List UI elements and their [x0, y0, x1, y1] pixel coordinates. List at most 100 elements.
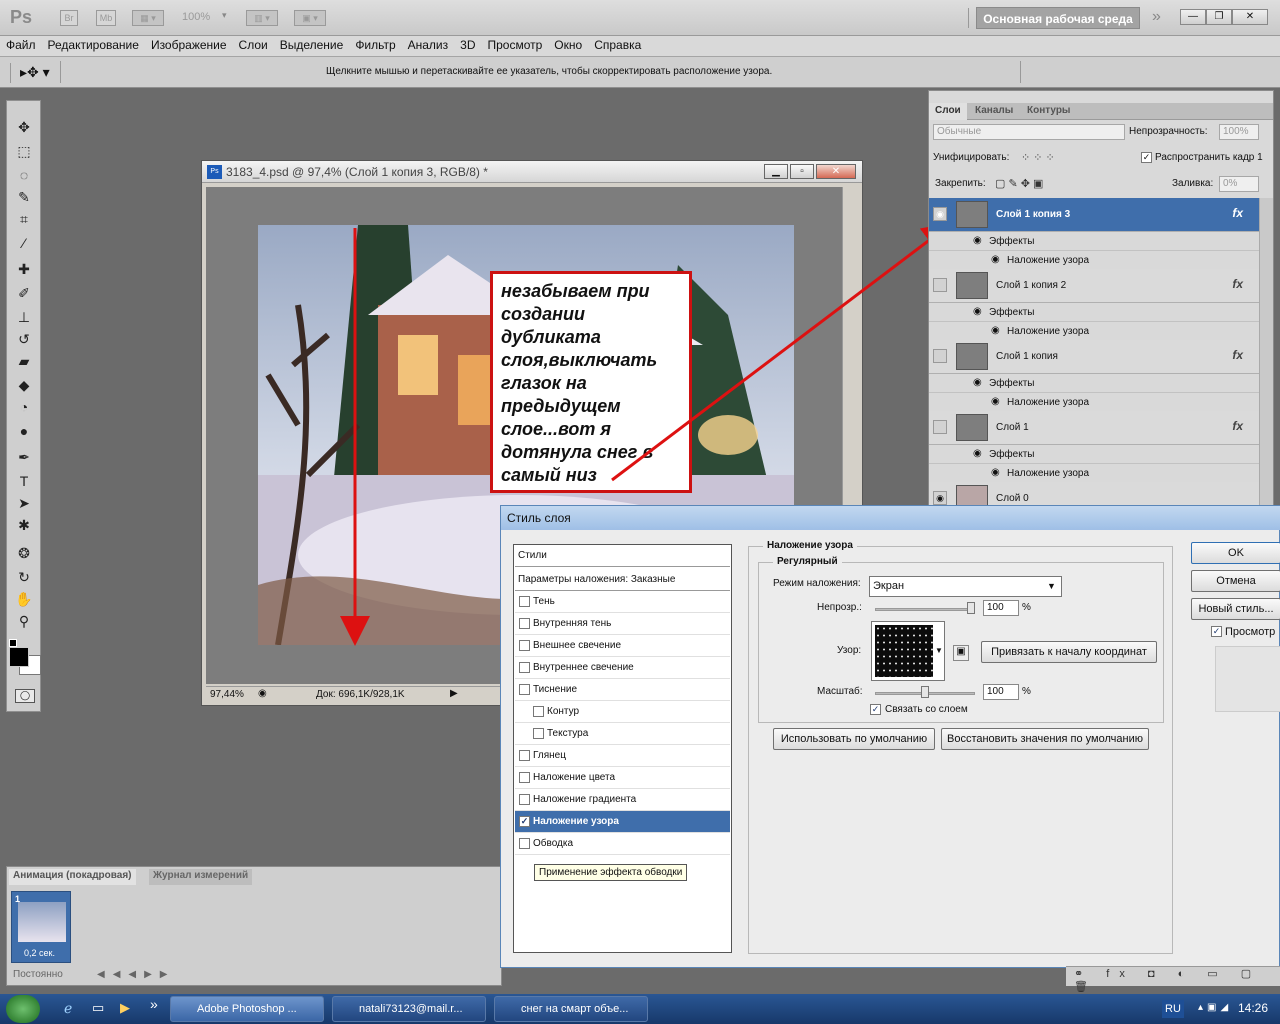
layer-row[interactable]: Слой 1 копия 2 fx	[929, 269, 1259, 303]
eye-icon[interactable]: ◉	[991, 467, 1000, 478]
checkbox[interactable]	[519, 618, 530, 629]
new-style-button[interactable]: Новый стиль...	[1191, 598, 1280, 620]
lock-icons[interactable]: ▢ ✎ ✥ ▣	[995, 177, 1043, 190]
eye-icon[interactable]: ◉	[973, 448, 982, 459]
eye-icon[interactable]: ◉	[933, 207, 947, 221]
eye-icon[interactable]: ◉	[973, 235, 982, 246]
ie-icon[interactable]: ℯ	[64, 1000, 72, 1017]
eye-icon[interactable]: ◉	[973, 306, 982, 317]
blending-options[interactable]: Параметры наложения: Заказные	[515, 569, 730, 591]
style-item-inner-glow[interactable]: Внутреннее свечение	[515, 657, 730, 679]
fx-icon[interactable]: fx	[1232, 206, 1243, 220]
layer-row[interactable]: Слой 1 fx	[929, 411, 1259, 445]
preview-checkbox[interactable]: ✓	[1211, 626, 1222, 637]
tab-layers[interactable]: Слои	[929, 103, 967, 120]
eye-icon[interactable]: ◉	[933, 491, 947, 505]
fx-icon[interactable]: fx	[1232, 419, 1243, 433]
scale-input[interactable]: 100	[983, 684, 1019, 700]
opacity-slider-thumb[interactable]	[967, 602, 975, 614]
snap-to-origin-button[interactable]: Привязать к началу координат	[981, 641, 1157, 663]
style-item-satin[interactable]: Глянец	[515, 745, 730, 767]
checkbox[interactable]	[519, 794, 530, 805]
tab-channels[interactable]: Каналы	[969, 103, 1019, 120]
effects-row[interactable]: ◉ Эффекты	[929, 374, 1259, 393]
tab-paths[interactable]: Контуры	[1021, 103, 1076, 120]
opacity-input[interactable]: 100%	[1219, 124, 1259, 140]
effect-row[interactable]: ◉ Наложение узора	[929, 251, 1259, 270]
checkbox[interactable]	[519, 662, 530, 673]
checkbox[interactable]	[519, 684, 530, 695]
effect-row[interactable]: ◉ Наложение узора	[929, 464, 1259, 483]
playback-controls[interactable]: ◀◀◀▶▶	[97, 969, 175, 980]
unify-icons[interactable]: ⁘ ⁘ ⁘	[1021, 151, 1055, 164]
blend-mode-select[interactable]: Обычные	[933, 124, 1125, 140]
style-item-texture[interactable]: Текстура	[515, 723, 730, 745]
media-icon[interactable]: ▶	[120, 1000, 130, 1016]
fx-icon[interactable]: fx	[1232, 348, 1243, 362]
checkbox[interactable]	[519, 750, 530, 761]
chevron-down-icon[interactable]: ▼	[1047, 581, 1056, 591]
chevron-down-icon[interactable]: ▼	[935, 646, 943, 655]
style-item-contour[interactable]: Контур	[515, 701, 730, 723]
scale-slider-thumb[interactable]	[921, 686, 929, 698]
eye-icon[interactable]: ◉	[991, 254, 1000, 265]
checkbox[interactable]: ✓	[519, 816, 530, 827]
propagate-checkbox[interactable]: ✓	[1141, 152, 1152, 163]
eye-toggle[interactable]	[933, 420, 947, 434]
effects-row[interactable]: ◉ Эффекты	[929, 445, 1259, 464]
frame-delay[interactable]: 0,2 сек.	[24, 948, 55, 958]
effects-row[interactable]: ◉ Эффекты	[929, 303, 1259, 322]
style-item-pattern-overlay[interactable]: ✓ Наложение узора	[515, 811, 730, 833]
dialog-titlebar[interactable]: Стиль слоя	[501, 506, 1280, 530]
layers-footer-icons[interactable]: ⚭ fx ◘ ◐ ▭ ▢ 🗑	[1066, 966, 1280, 993]
link-with-layer-checkbox[interactable]: ✓	[870, 704, 881, 715]
layer-row[interactable]: Слой 1 копия fx	[929, 340, 1259, 374]
reset-default-button[interactable]: Восстановить значения по умолчанию	[941, 728, 1149, 750]
language-indicator[interactable]: RU	[1162, 1000, 1184, 1018]
styles-header[interactable]: Стили	[515, 545, 730, 567]
tab-measurement-log[interactable]: Журнал измерений	[149, 869, 253, 885]
cancel-button[interactable]: Отмена	[1191, 570, 1280, 592]
style-item-color-overlay[interactable]: Наложение цвета	[515, 767, 730, 789]
make-default-button[interactable]: Использовать по умолчанию	[773, 728, 935, 750]
start-button[interactable]	[6, 995, 40, 1023]
style-item-inner-shadow[interactable]: Внутренняя тень	[515, 613, 730, 635]
pattern-picker[interactable]: ▼	[871, 621, 945, 681]
layer-row[interactable]: ◉ Слой 1 копия 3 fx	[929, 198, 1259, 232]
ok-button[interactable]: OK	[1191, 542, 1280, 564]
new-preset-icon[interactable]: ▣	[953, 645, 969, 661]
tab-animation[interactable]: Анимация (покадровая)	[9, 869, 136, 885]
checkbox[interactable]	[519, 838, 530, 849]
eye-icon[interactable]: ◉	[973, 377, 982, 388]
layers-scrollbar[interactable]	[1259, 198, 1273, 509]
effect-row[interactable]: ◉ Наложение узора	[929, 393, 1259, 412]
taskbar-item-opera[interactable]: natali73123@mail.r...	[332, 996, 486, 1022]
checkbox[interactable]	[533, 728, 544, 739]
eye-toggle[interactable]	[933, 278, 947, 292]
opacity-input[interactable]: 100	[983, 600, 1019, 616]
checkbox[interactable]	[533, 706, 544, 717]
style-item-drop-shadow[interactable]: Тень	[515, 591, 730, 613]
checkbox[interactable]	[519, 640, 530, 651]
desktop-icon[interactable]: ▭	[92, 1000, 104, 1016]
eye-icon[interactable]: ◉	[991, 396, 1000, 407]
eye-toggle[interactable]	[933, 349, 947, 363]
more-icon[interactable]: »	[150, 996, 158, 1012]
loop-select[interactable]: Постоянно	[13, 969, 63, 980]
effect-row[interactable]: ◉ Наложение узора	[929, 322, 1259, 341]
opacity-slider-track[interactable]	[875, 608, 975, 611]
blend-mode-select[interactable]: Экран	[869, 576, 1062, 597]
fx-icon[interactable]: fx	[1232, 277, 1243, 291]
style-item-gradient-overlay[interactable]: Наложение градиента	[515, 789, 730, 811]
taskbar-item-folder[interactable]: снег на смарт объе...	[494, 996, 648, 1022]
effects-row[interactable]: ◉ Эффекты	[929, 232, 1259, 251]
checkbox[interactable]	[519, 772, 530, 783]
fill-input[interactable]: 0%	[1219, 176, 1259, 192]
style-item-stroke[interactable]: Обводка	[515, 833, 730, 855]
animation-frame[interactable]: 1 0,2 сек.	[11, 891, 71, 963]
eye-icon[interactable]: ◉	[991, 325, 1000, 336]
style-item-bevel[interactable]: Тиснение	[515, 679, 730, 701]
clock[interactable]: 14:26	[1238, 1001, 1268, 1015]
tray-icons[interactable]: ▴▣◢	[1198, 1002, 1232, 1013]
checkbox[interactable]	[519, 596, 530, 607]
